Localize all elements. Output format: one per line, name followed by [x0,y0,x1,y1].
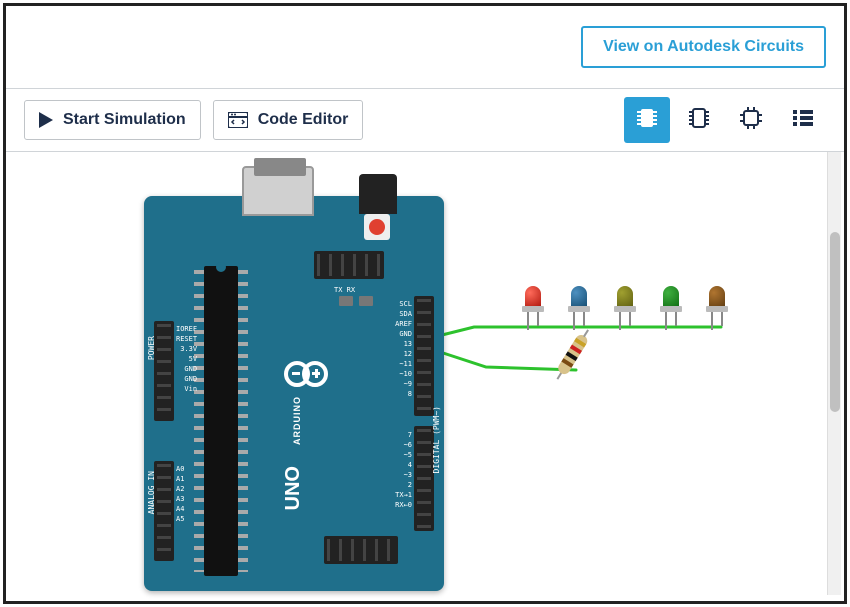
view-schematic-button[interactable] [676,97,722,143]
chip-filled-icon [634,105,660,136]
atmega-chip [204,266,238,576]
analog-pin-labels: A0A1A2A3A4A5 [176,464,184,524]
power-header[interactable] [154,321,174,421]
led-blue[interactable] [568,286,590,316]
barrel-jack [359,174,397,214]
tx-led [339,296,353,306]
circuit-canvas[interactable]: IOREFRESET3.3V5VGNDGNDVin A0A1A2A3A4A5 S… [6,152,844,601]
arduino-uno-board[interactable]: IOREFRESET3.3V5VGNDGNDVin A0A1A2A3A4A5 S… [144,196,444,591]
code-editor-icon [228,112,248,128]
view-components-button[interactable] [624,97,670,143]
code-editor-button[interactable]: Code Editor [213,100,364,140]
usb-port [242,166,314,216]
led-red[interactable] [522,286,544,316]
power-group-label: POWER [147,336,156,360]
code-editor-label: Code Editor [258,111,349,129]
led-orange[interactable] [706,286,728,316]
view-autodesk-button[interactable]: View on Autodesk Circuits [581,26,826,68]
led-olive[interactable] [614,286,636,316]
chip-square-icon [738,105,764,136]
arduino-brand-label: ARDUINO [292,396,302,445]
reset-button[interactable] [364,214,390,240]
analog-header[interactable] [154,461,174,561]
toolbar: Start Simulation Code Editor [6,88,844,152]
rx-led [359,296,373,306]
list-icon [790,105,816,136]
icsp-header-top[interactable] [314,251,384,279]
digital-group-label: DIGITAL (PWM~) [432,406,441,473]
resistor[interactable] [556,333,589,377]
icsp-header-bottom[interactable] [324,536,398,564]
chip-outline-icon [686,105,712,136]
digital-header-low[interactable] [414,426,434,531]
start-simulation-button[interactable]: Start Simulation [24,100,201,140]
digital-high-pin-labels: SCLSDAAREFGND1312~11~10~98 [395,299,412,399]
digital-low-pin-labels: 7~6~54~32TX→1RX←0 [395,430,412,510]
view-pcb-button[interactable] [728,97,774,143]
arduino-logo-icon [284,361,332,385]
view-list-button[interactable] [780,97,826,143]
tx-rx-label: TX RX [334,286,355,294]
vertical-scrollbar[interactable] [827,152,841,595]
led-green[interactable] [660,286,682,316]
app-frame: View on Autodesk Circuits Start Simulati… [3,3,847,604]
start-simulation-label: Start Simulation [63,111,186,129]
power-pin-labels: IOREFRESET3.3V5VGNDGNDVin [176,324,197,394]
scrollbar-thumb[interactable] [830,232,840,412]
header-row: View on Autodesk Circuits [581,26,826,68]
digital-header-high[interactable] [414,296,434,416]
arduino-model-label: UNO [282,466,305,510]
analog-group-label: ANALOG IN [147,471,156,514]
play-icon [39,112,53,128]
